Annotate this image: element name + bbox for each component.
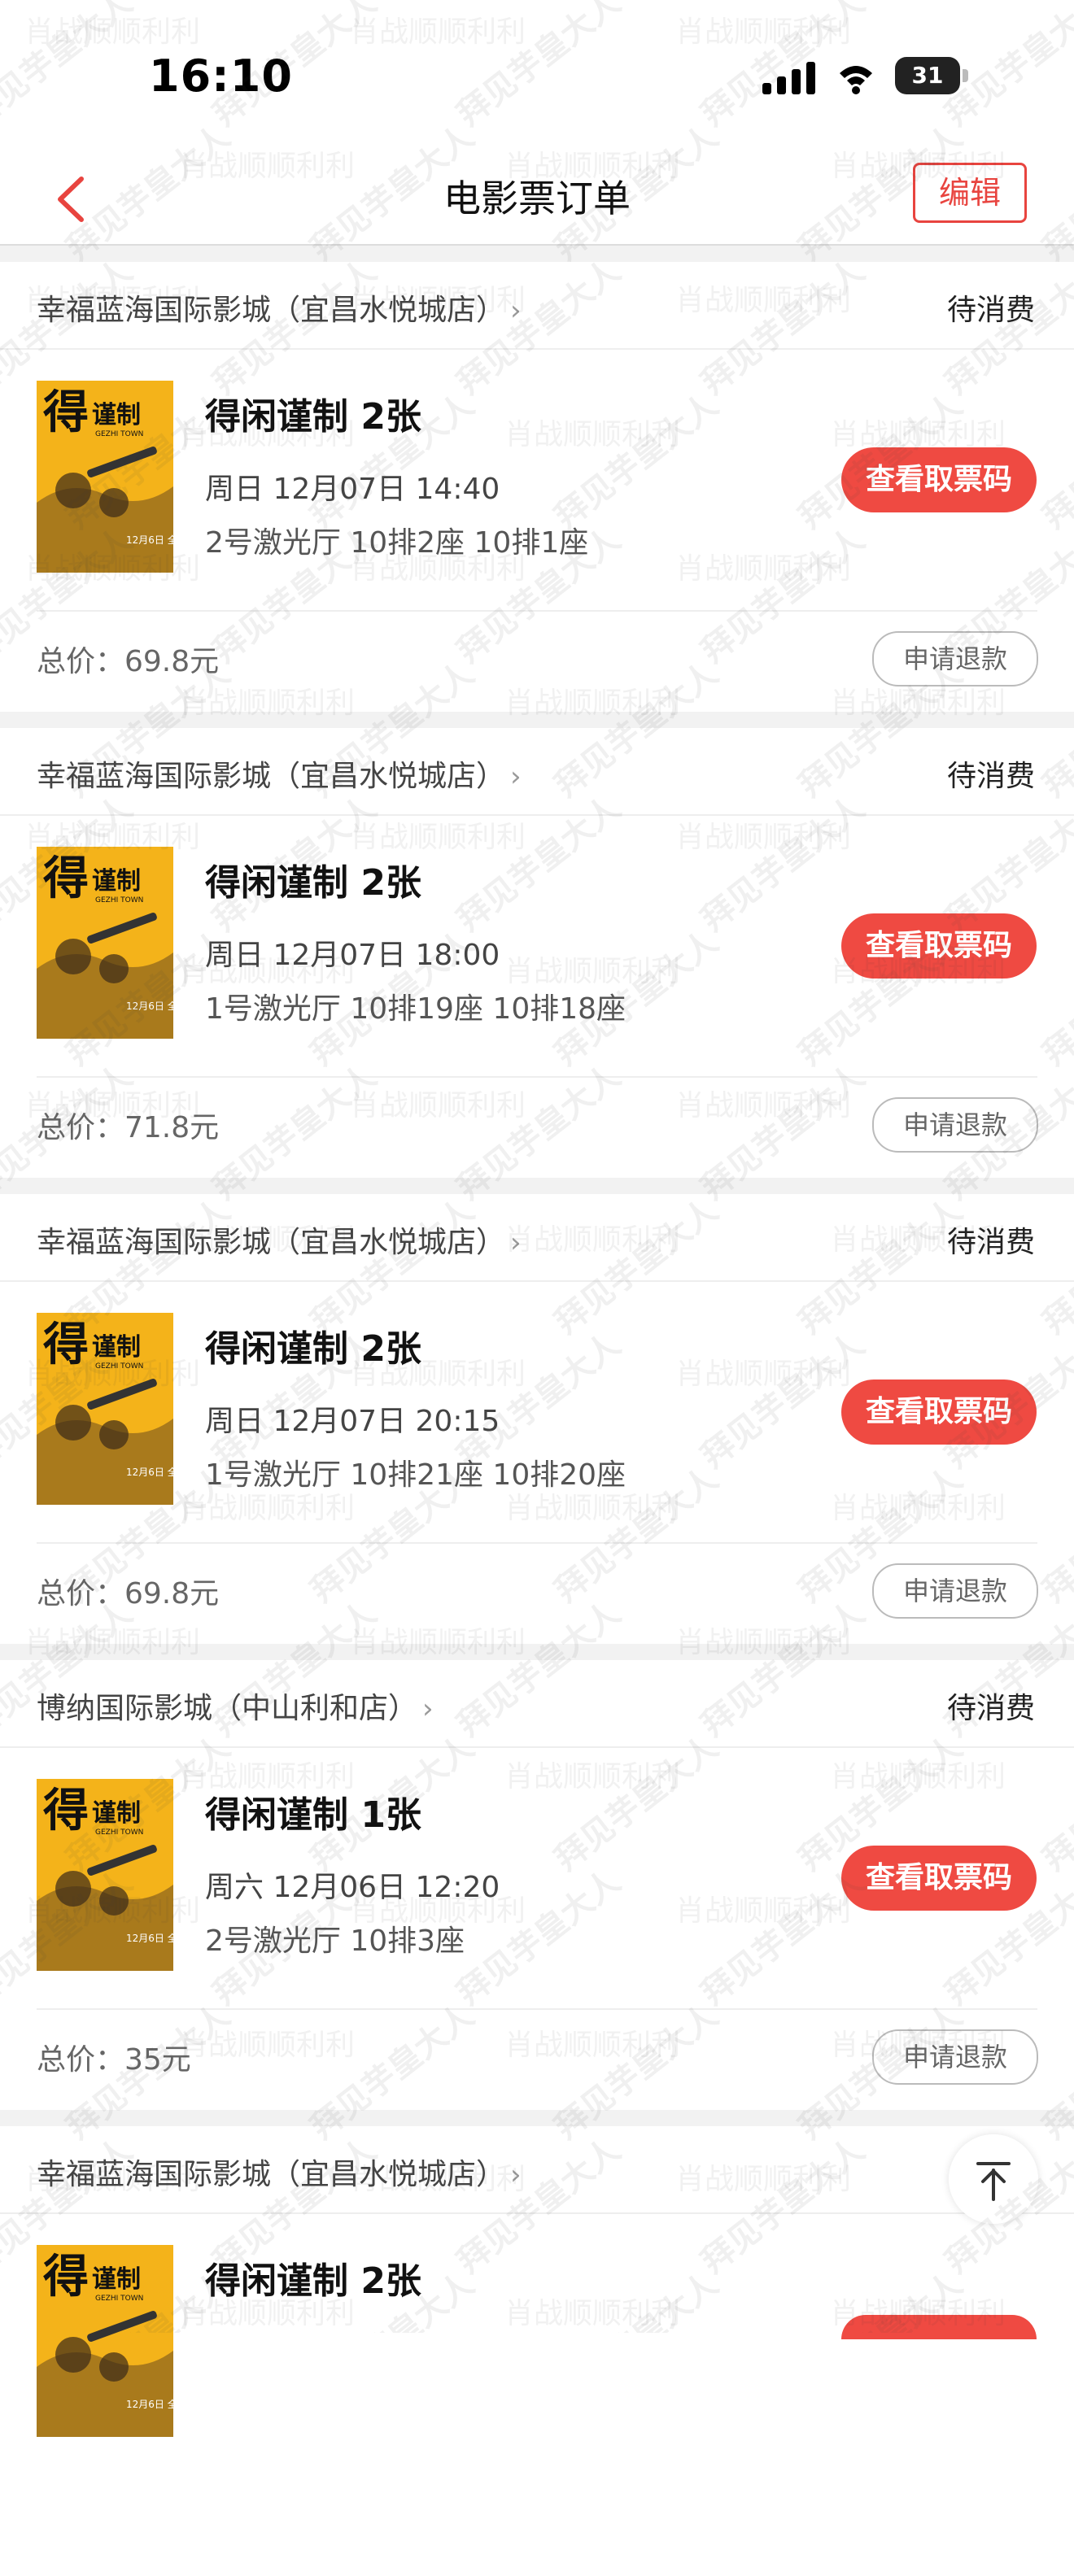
movie-poster[interactable]: 得 谨制 GEZHI TOWN 12月6日 全国上映 [37,381,173,573]
poster-release: 12月6日 全国上映 [126,1000,173,1012]
poster-title-char: 得 [43,1784,89,1837]
movie-title: 得闲谨制 2张 [205,862,421,904]
movie-poster[interactable]: 得 谨制 GEZHI TOWN 12月6日 全国上映 [37,1779,173,1971]
cinema-name[interactable]: 博纳国际影城（中山利和店） › [37,1685,434,1727]
cinema-name[interactable]: 幸福蓝海国际影城（宜昌水悦城店） › [37,2151,522,2193]
cinema-row[interactable]: 幸福蓝海国际影城（宜昌水悦城店） › 待消费 [0,1194,1074,1282]
nav-bar: 电影票订单 编辑 [0,155,1074,246]
seat-info: 1号激光厅 10排21座 10排20座 [205,1458,626,1492]
divider [37,1542,1037,1544]
cinema-name[interactable]: 幸福蓝海国际影城（宜昌水悦城店） › [37,286,522,329]
view-ticket-code-button[interactable]: 查看取票码 [841,1846,1037,1911]
poster-title-char: 得 [43,386,89,439]
divider [37,2008,1037,2010]
cinema-row[interactable]: 幸福蓝海国际影城（宜昌水悦城店） › [0,2126,1074,2214]
movie-title: 得闲谨制 2张 [205,2260,421,2302]
refund-button[interactable]: 申请退款 [872,1563,1038,1619]
showtime: 周日 12月07日 14:40 [205,473,500,506]
divider [37,1076,1037,1078]
chevron-right-icon: › [510,761,522,793]
wifi-icon [840,66,872,94]
cinema-name[interactable]: 幸福蓝海国际影城（宜昌水悦城店） › [37,752,522,795]
poster-image: 得 谨制 GEZHI TOWN 12月6日 全国上映 [37,381,173,573]
poster-title-char: 得 [43,852,89,905]
order-status: 待消费 [946,760,1035,793]
poster-english: GEZHI TOWN [95,896,143,904]
scroll-to-top-button[interactable] [949,2134,1038,2224]
cinema-name[interactable]: 幸福蓝海国际影城（宜昌水悦城店） › [37,1218,522,1261]
cellular-signal-icon [762,62,815,94]
poster-title-word: 谨制 [92,1333,141,1362]
order-card[interactable]: 幸福蓝海国际影城（宜昌水悦城店） › 待消费 得 谨制 GEZHI TOWN 12… [0,262,1074,712]
showtime: 周六 12月06日 12:20 [205,1871,500,1904]
movie-poster[interactable]: 得 谨制 GEZHI TOWN 12月6日 全国上映 [37,2245,173,2437]
seat-info: 2号激光厅 10排2座 10排1座 [205,526,589,560]
poster-image: 得 谨制 GEZHI TOWN 12月6日 全国上映 [37,847,173,1039]
refund-button[interactable]: 申请退款 [872,1097,1038,1153]
poster-title-char: 得 [43,2250,89,2304]
status-time: 16:10 [149,50,293,102]
poster-release: 12月6日 全国上映 [126,534,173,546]
poster-english: GEZHI TOWN [95,2295,143,2303]
order-card[interactable]: 博纳国际影城（中山利和店） › 待消费 得 谨制 GEZHI TOWN 12月6日… [0,1660,1074,2110]
poster-image: 得 谨制 GEZHI TOWN 12月6日 全国上映 [37,1313,173,1505]
poster-title-word: 谨制 [92,867,141,896]
battery-icon: 31 [895,57,968,98]
order-card[interactable]: 幸福蓝海国际影城（宜昌水悦城店） › 待消费 得 谨制 GEZHI TOWN 12… [0,728,1074,1178]
poster-release: 12月6日 全国上映 [126,2398,173,2410]
arrow-up-to-top-icon [976,2162,1011,2201]
movie-poster[interactable]: 得 谨制 GEZHI TOWN 12月6日 全国上映 [37,1313,173,1505]
poster-title-word: 谨制 [92,401,141,429]
chevron-right-icon: › [510,1227,522,1259]
poster-english: GEZHI TOWN [95,1362,143,1371]
order-card[interactable]: 幸福蓝海国际影城（宜昌水悦城店） › 待消费 得 谨制 GEZHI TOWN 12… [0,1194,1074,1644]
poster-title-word: 谨制 [92,2265,141,2294]
view-ticket-code-button[interactable]: 查看取票码 [841,447,1037,512]
cinema-row[interactable]: 幸福蓝海国际影城（宜昌水悦城店） › 待消费 [0,728,1074,816]
order-status: 待消费 [946,1692,1035,1725]
order-status: 待消费 [946,1226,1035,1259]
battery-level: 31 [911,62,944,89]
order-card[interactable]: 幸福蓝海国际影城（宜昌水悦城店） › 得 谨制 GEZHI TOWN 12月6日 … [0,2126,1074,2576]
seat-info: 1号激光厅 10排19座 10排18座 [205,992,626,1026]
view-ticket-code-button[interactable] [841,2315,1037,2339]
divider [37,610,1037,612]
movie-poster[interactable]: 得 谨制 GEZHI TOWN 12月6日 全国上映 [37,847,173,1039]
chevron-right-icon: › [510,2159,522,2191]
status-bar: 16:10 31 [0,0,1074,155]
movie-title: 得闲谨制 2张 [205,1328,421,1370]
order-status: 待消费 [946,294,1035,327]
seat-info: 2号激光厅 10排3座 [205,1924,465,1958]
poster-english: GEZHI TOWN [95,430,143,438]
showtime: 周日 12月07日 20:15 [205,1405,500,1438]
chevron-right-icon: › [422,1693,434,1725]
refund-button[interactable]: 申请退款 [872,631,1038,686]
total-price: 总价：69.8元 [37,645,220,678]
poster-release: 12月6日 全国上映 [126,1932,173,1944]
poster-release: 12月6日 全国上映 [126,1466,173,1478]
poster-image: 得 谨制 GEZHI TOWN 12月6日 全国上映 [37,1779,173,1971]
total-price: 总价：35元 [37,2043,191,2077]
chevron-right-icon: › [510,294,522,327]
view-ticket-code-button[interactable]: 查看取票码 [841,1380,1037,1445]
refund-button[interactable]: 申请退款 [872,2029,1038,2085]
cinema-row[interactable]: 幸福蓝海国际影城（宜昌水悦城店） › 待消费 [0,262,1074,350]
view-ticket-code-button[interactable]: 查看取票码 [841,913,1037,979]
edit-button[interactable]: 编辑 [913,163,1027,223]
poster-title-word: 谨制 [92,1799,141,1828]
showtime: 周日 12月07日 18:00 [205,939,500,972]
movie-title: 得闲谨制 1张 [205,1794,421,1836]
poster-english: GEZHI TOWN [95,1828,143,1837]
movie-title: 得闲谨制 2张 [205,396,421,438]
poster-title-char: 得 [43,1318,89,1371]
cinema-row[interactable]: 博纳国际影城（中山利和店） › 待消费 [0,1660,1074,1748]
poster-image: 得 谨制 GEZHI TOWN 12月6日 全国上映 [37,2245,173,2437]
total-price: 总价：71.8元 [37,1111,220,1144]
total-price: 总价：69.8元 [37,1577,220,1611]
